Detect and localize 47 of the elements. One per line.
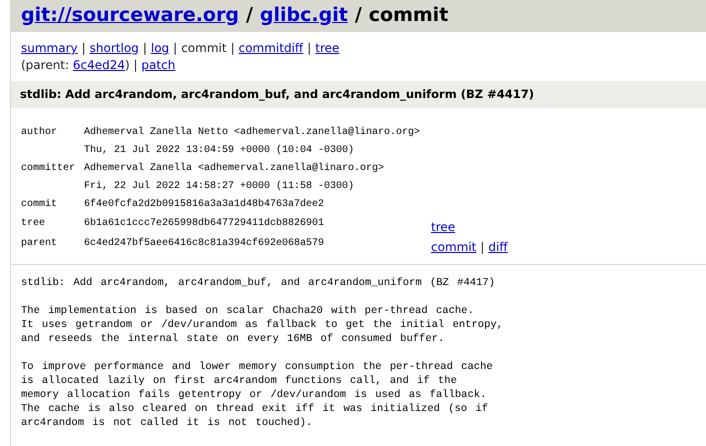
path-separator: / <box>246 4 253 26</box>
site-link[interactable]: git://sourceware.org <box>21 4 239 26</box>
nav-separator: | <box>230 40 235 57</box>
info-label: committer <box>21 162 76 176</box>
path-separator: / <box>354 4 362 26</box>
message-line: and reseeds the internal state on every 16MB of consumed buffer. <box>21 332 446 346</box>
nav-separator: | <box>142 40 147 57</box>
info-link[interactable]: diff <box>488 240 508 254</box>
nav-separator: | <box>134 57 139 74</box>
nav-link[interactable]: summary <box>21 40 78 57</box>
parent-prefix: (parent: <box>21 57 70 74</box>
parent-suffix: ) <box>125 57 131 74</box>
info-value: 6b1a61c1ccc7e265998db647729411dcb8826901 <box>84 216 326 231</box>
nav-separator: | <box>82 40 86 57</box>
message-line: To improve performance and lower memory consumption the per-thread cache <box>21 360 494 374</box>
repo-link[interactable]: glibc.git <box>260 4 348 26</box>
link-separator: | <box>480 240 484 254</box>
info-value: Adhemerval Zanella Netto <adhemerval.zanella@linaro.org> <box>84 126 422 140</box>
info-label: commit <box>21 198 58 212</box>
patch-link[interactable]: patch <box>141 57 176 74</box>
message-line: arc4random is not called it is not touched). <box>21 416 314 430</box>
message-line: The cache is also cleared on thread exit iff it was initialized (so if <box>21 402 490 416</box>
info-value: 6f4e0fcfa2d2b0915816a3a3a1d48b4763a7dee2 <box>84 198 326 212</box>
nav-separator: | <box>173 40 178 57</box>
message-line: The implementation is based on scalar Chacha20 with per-thread cache. <box>21 304 475 318</box>
message-line: is allocated lazily on first arc4random functions call, and if the <box>21 374 458 388</box>
commit-title: stdlib: Add arc4random, arc4random_buf, and arc4random_uniform (BZ #4417) <box>11 81 706 108</box>
parent-link[interactable]: 6c4ed24 <box>72 57 126 74</box>
nav-link[interactable]: log <box>150 40 170 57</box>
message-line: It uses getrandom or /dev/urandom as fallback to get the initial entropy, <box>21 318 504 332</box>
info-link[interactable]: tree <box>431 220 456 234</box>
info-label: parent <box>21 237 58 251</box>
info-value: Adhemerval Zanella <adhemerval.zanella@linaro.org> <box>84 162 386 176</box>
info-label: author <box>21 126 58 140</box>
nav-link[interactable]: tree <box>315 40 340 57</box>
info-link[interactable]: commit <box>431 240 476 254</box>
info-value: Thu, 21 Jul 2022 13:04:59 +0000 (10:04 -0300) <box>84 144 356 158</box>
info-value: Fri, 22 Jul 2022 14:58:27 +0000 (11:58 -0300) <box>84 180 356 194</box>
info-value: 6c4ed247bf5aee6416c8c81a394cf692e068a579 <box>84 236 326 251</box>
page-name: commit <box>368 4 448 26</box>
nav-separator: | <box>307 40 312 57</box>
info-label: tree <box>21 217 46 231</box>
message-line: stdlib: Add arc4random, arc4random_buf, and arc4random_uniform (BZ #4417) <box>21 276 496 290</box>
nav-link[interactable]: commitdiff <box>238 40 304 57</box>
nav-link[interactable]: shortlog <box>90 40 139 57</box>
message-line: memory allocation fails getentropy or /dev/urandom is used as fallback. <box>21 388 488 402</box>
nav-current: commit <box>181 40 227 57</box>
